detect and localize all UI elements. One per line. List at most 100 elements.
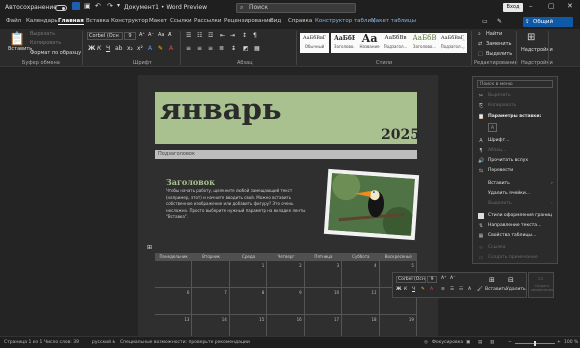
autosave-toggle[interactable] [55, 4, 67, 11]
menu-item-font[interactable]: Шрифт... [488, 138, 509, 143]
paste-icon[interactable]: 📋 [9, 32, 25, 47]
font-color-icon[interactable]: A [169, 45, 173, 52]
select-button[interactable]: Выделить [486, 51, 512, 57]
shrink-font-icon[interactable]: A⁻ [148, 32, 154, 38]
grow-font-icon[interactable]: A⁺ [139, 32, 145, 38]
mini-comment-label[interactable]: Создать примечание [530, 284, 554, 292]
tab-design[interactable]: Конструктор [111, 18, 148, 24]
mini-delete-label[interactable]: Удалить [506, 287, 526, 292]
menu-item-cut[interactable]: Вырезать [488, 93, 511, 98]
style-subtitle[interactable]: АаБбВв Подзагол... [381, 33, 410, 53]
body-text[interactable]: Чтобы начать работу, щелкните любой заме… [166, 188, 316, 221]
tab-insert[interactable]: Вставка [86, 18, 109, 24]
mini-grow-font-icon[interactable]: A⁺ [441, 276, 446, 281]
mini-font-color-icon[interactable]: A [430, 287, 433, 292]
calendar-table[interactable]: Понедельник Вторник Среда Четверг Пятниц… [155, 253, 417, 342]
calendar-cell[interactable]: 1 [230, 261, 268, 287]
table-move-handle-icon[interactable]: ⊞ [147, 244, 152, 251]
copy-button[interactable]: Копировать [30, 40, 61, 46]
multilevel-list-icon[interactable]: ☲ [208, 32, 213, 39]
align-center-icon[interactable]: ≡ [197, 45, 202, 52]
mini-bullets-icon[interactable]: ☰ [450, 287, 454, 292]
zoom-out-icon[interactable]: − [508, 340, 512, 345]
change-case-icon[interactable]: Aa [158, 32, 164, 38]
paste-button[interactable]: Вставить [8, 46, 32, 52]
mini-styles-icon[interactable]: A [468, 287, 471, 292]
calendar-cell[interactable]: 10 [305, 288, 343, 314]
tab-view[interactable]: Вид [270, 18, 281, 24]
shading-icon[interactable]: ◩ [243, 45, 249, 52]
menu-item-copy[interactable]: Копировать [488, 103, 516, 108]
borders-icon[interactable]: ▦ [254, 45, 260, 52]
menu-item-delete-cells[interactable]: Удалить ячейки... [488, 191, 530, 196]
calendar-cell[interactable]: 4 [342, 261, 380, 287]
web-layout-icon[interactable]: ▥ [490, 340, 494, 345]
menu-item-table-properties[interactable]: Свойства таблицы... [488, 233, 536, 238]
language-indicator[interactable]: русский [92, 340, 111, 345]
clear-formatting-icon[interactable]: A̸ [168, 32, 171, 38]
subscript-icon[interactable]: x₂ [127, 45, 133, 52]
paste-option-icon[interactable]: A [488, 123, 497, 132]
read-mode-icon[interactable]: ▣ [466, 340, 470, 345]
calendar-cell[interactable]: 3 [305, 261, 343, 287]
customize-qat-icon[interactable]: ▾ [117, 2, 120, 9]
style-title[interactable]: Аа Название [355, 33, 384, 53]
calendar-cell[interactable]: 11 [342, 288, 380, 314]
show-marks-icon[interactable]: ¶ [253, 32, 257, 39]
calendar-cell[interactable]: 6 [155, 288, 193, 314]
menu-item-insert[interactable]: Вставить [488, 181, 510, 186]
menu-item-read-aloud[interactable]: Прочитать вслух [488, 158, 528, 163]
tab-file[interactable]: Файл [6, 18, 21, 24]
font-size-select[interactable]: 9 [124, 32, 136, 40]
strikethrough-icon[interactable]: ab [115, 45, 123, 52]
bold-icon[interactable]: Ж [88, 45, 95, 52]
mini-underline-icon[interactable]: Ч [412, 287, 415, 292]
align-left-icon[interactable]: ≡ [186, 45, 191, 52]
highlight-icon[interactable]: ✎ [158, 45, 163, 52]
calendar-cell[interactable]: 7 [192, 288, 230, 314]
accessibility-status[interactable]: Специальные возможности: проверьте реком… [120, 340, 250, 345]
menu-item-select[interactable]: Выделить [488, 201, 512, 206]
share-button[interactable]: ⇪ Общий доступ [523, 17, 573, 35]
month-title[interactable]: январь [160, 92, 282, 126]
tab-references[interactable]: Ссылки [170, 18, 192, 24]
align-right-icon[interactable]: ≡ [208, 45, 213, 52]
search-input[interactable]: ⌕ Поиск [236, 3, 356, 13]
page-count[interactable]: Страница 1 из 1 [4, 340, 42, 345]
menu-search-input[interactable]: Поиск в меню [477, 80, 553, 88]
replace-button[interactable]: Заменить [486, 41, 512, 47]
calendar-cell[interactable] [155, 261, 193, 287]
redo-icon[interactable]: ↷ [107, 2, 113, 10]
tab-help[interactable]: Справка [288, 18, 312, 24]
tab-table-layout[interactable]: Макет таблицы [371, 18, 416, 24]
focus-mode-button[interactable]: Фокусировка [432, 340, 463, 345]
mini-numbering-icon[interactable]: ☷ [459, 287, 463, 292]
line-spacing-icon[interactable]: ↨ [231, 45, 236, 52]
year-title[interactable]: 2025 [381, 127, 420, 143]
tab-calendar[interactable]: Календарь [26, 18, 58, 24]
save-icon[interactable]: ▣ [84, 2, 91, 10]
bullets-icon[interactable]: ☰ [186, 32, 191, 39]
increase-indent-icon[interactable]: ⇥ [230, 32, 235, 39]
mini-highlight-icon[interactable]: ✎ [421, 287, 425, 292]
find-button[interactable]: Найти [486, 31, 502, 37]
zoom-level[interactable]: 100 % [564, 340, 578, 345]
calendar-cell[interactable]: 9 [267, 288, 305, 314]
text-effects-icon[interactable]: A [148, 45, 152, 52]
close-icon[interactable]: ✕ [567, 2, 573, 10]
calendar-cell[interactable]: 8 [230, 288, 268, 314]
italic-icon[interactable]: К [97, 45, 101, 52]
justify-icon[interactable]: ≣ [219, 45, 224, 52]
underline-icon[interactable]: Ч [106, 45, 110, 52]
mini-italic-icon[interactable]: К [404, 287, 407, 292]
sort-icon[interactable]: ↕ [242, 32, 247, 39]
menu-item-new-comment[interactable]: Создать примечание [488, 255, 538, 260]
tab-home[interactable]: Главная [58, 18, 84, 25]
minimize-icon[interactable]: – [529, 2, 533, 10]
print-layout-icon[interactable]: ▤ [478, 340, 482, 345]
superscript-icon[interactable]: x² [137, 45, 143, 52]
sign-in-button[interactable]: Вход [503, 3, 523, 12]
style-heading-2[interactable]: АаБбВ Заголово... [410, 33, 439, 53]
calendar-cell[interactable]: 2 [267, 261, 305, 287]
toucan-photo[interactable] [323, 168, 420, 241]
